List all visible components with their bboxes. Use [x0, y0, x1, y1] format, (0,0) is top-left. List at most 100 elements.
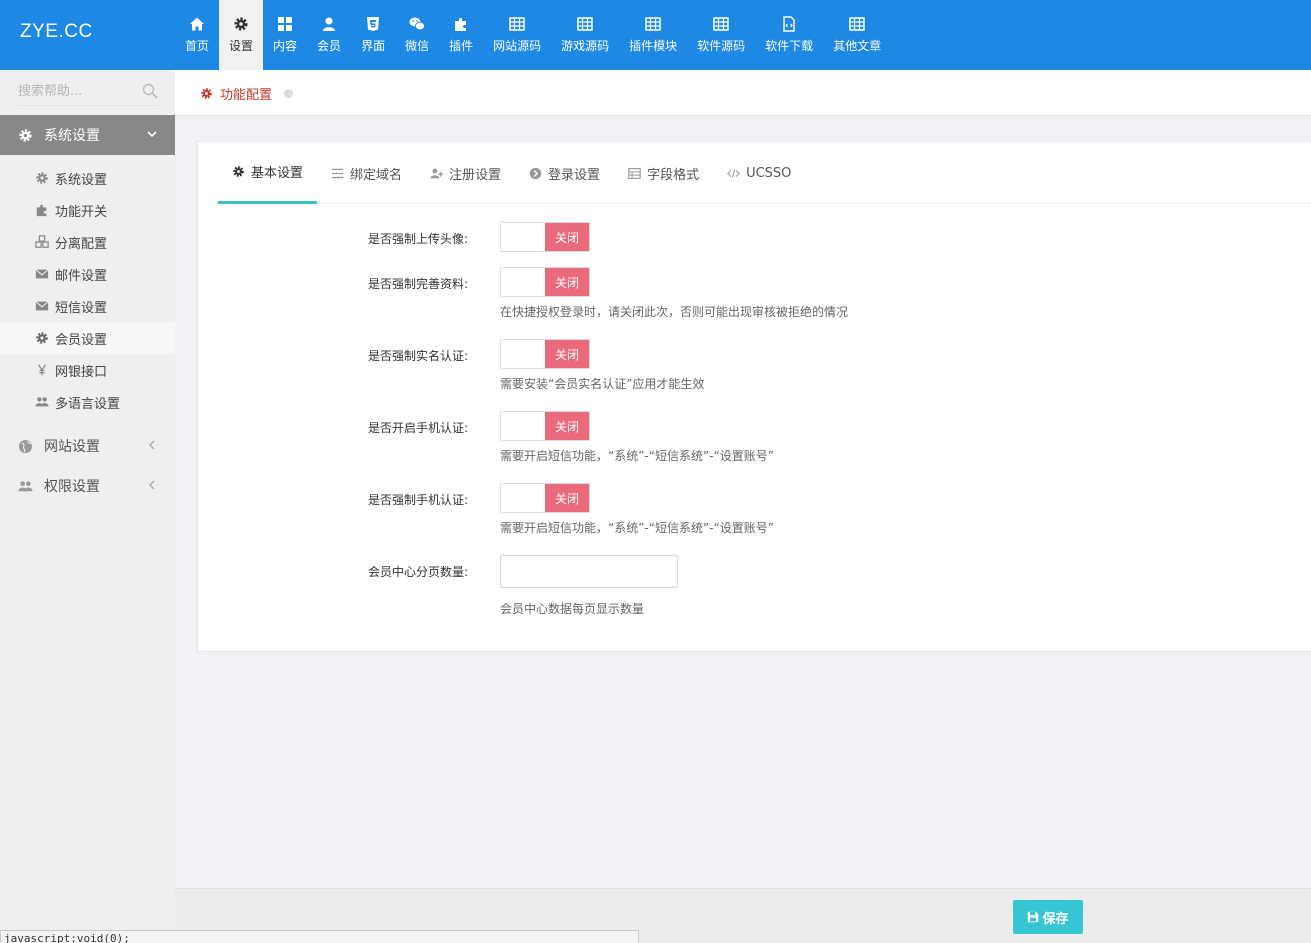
sidebar-item-label: 系统设置 — [55, 172, 108, 188]
gear-icon — [233, 166, 244, 177]
top-nav: 首页 设置 内容 会员 界面 微信 插件 网站源码 游戏源码 插件模块 软件源码… — [175, 0, 891, 70]
tab-label: 基本设置 — [251, 166, 304, 181]
sidebar-item-mail[interactable]: 邮件设置 — [0, 258, 175, 290]
wechat-icon — [409, 17, 425, 31]
cubes-icon — [35, 235, 49, 248]
toggle-state: 关闭 — [545, 268, 589, 296]
topnav-plugin-module[interactable]: 插件模块 — [619, 0, 687, 70]
file-code-icon — [783, 16, 795, 32]
toggle-mobile-open[interactable]: 关闭 — [500, 411, 590, 441]
puzzle-icon — [455, 18, 467, 31]
sidebar-item-member[interactable]: 会员设置 — [0, 322, 175, 354]
floppy-icon — [1028, 911, 1039, 923]
topnav-member[interactable]: 会员 — [307, 0, 351, 70]
breadcrumb-label: 功能配置 — [220, 88, 273, 103]
settings-panel: 基本设置 绑定域名 注册设置 登录设置 字段格式 UCSSO 是否强制上传头像:… — [197, 141, 1311, 652]
topnav-label: 插件模块 — [629, 39, 678, 53]
tab-register-settings[interactable]: 注册设置 — [416, 142, 515, 204]
toggle-force-avatar[interactable]: 关闭 — [500, 222, 590, 252]
sidebar-item-label: 功能开关 — [55, 204, 108, 220]
topnav-label: 插件 — [449, 39, 474, 53]
topnav-software-download[interactable]: 软件下载 — [755, 0, 823, 70]
pagesize-input[interactable] — [500, 555, 678, 588]
label-mobile-open: 是否开启手机认证: — [367, 421, 468, 435]
topnav-plugin[interactable]: 插件 — [439, 0, 483, 70]
toggle-state: 关闭 — [545, 340, 589, 368]
chevron-circle-icon — [529, 167, 542, 179]
topnav-ui[interactable]: 界面 — [351, 0, 395, 70]
toggle-state: 关闭 — [545, 223, 589, 251]
sidebar-item-system[interactable]: 系统设置 — [0, 162, 175, 194]
browser-status-bar: javascript:void(0); — [0, 930, 639, 943]
breadcrumb[interactable]: 功能配置 — [200, 84, 294, 103]
topnav-game-source[interactable]: 游戏源码 — [551, 0, 619, 70]
sidebar-item-bank[interactable]: 网银接口 — [0, 354, 175, 386]
save-button[interactable]: 保存 — [1013, 900, 1083, 934]
toggle-knob — [501, 340, 545, 368]
topnav-label: 其他文章 — [833, 39, 882, 53]
sidebar-item-feature-switch[interactable]: 功能开关 — [0, 194, 175, 226]
menu-label: 权限设置 — [44, 479, 100, 495]
topnav-home[interactable]: 首页 — [175, 0, 219, 70]
tab-bind-domain[interactable]: 绑定域名 — [317, 142, 416, 204]
help-mobile-force: 需要开启短信功能，“系统”-“短信系统”-“设置账号” — [500, 521, 774, 535]
topnav-label: 软件源码 — [697, 39, 746, 53]
topnav-content[interactable]: 内容 — [263, 0, 307, 70]
topnav-label: 游戏源码 — [561, 39, 610, 53]
label-force-realname: 是否强制实名认证: — [367, 349, 468, 363]
breadcrumb-bar: 功能配置 — [175, 70, 1311, 116]
menu-system-settings[interactable]: 系统设置 — [0, 115, 175, 155]
topnav-other-articles[interactable]: 其他文章 — [823, 0, 891, 70]
envelope-icon — [35, 269, 49, 279]
table-icon — [645, 17, 661, 31]
menu-permission-settings[interactable]: 权限设置 — [0, 466, 175, 506]
topnav-wechat[interactable]: 微信 — [395, 0, 439, 70]
toggle-force-realname[interactable]: 关闭 — [500, 339, 590, 369]
toggle-state: 关闭 — [545, 484, 589, 512]
tab-ucsso[interactable]: UCSSO — [713, 142, 805, 204]
yen-icon — [37, 364, 47, 376]
sidebar-item-language[interactable]: 多语言设置 — [0, 386, 175, 418]
table-icon — [849, 17, 865, 31]
sidebar-item-separation[interactable]: 分离配置 — [0, 226, 175, 258]
brand-logo[interactable]: ZYE.CC — [20, 21, 93, 43]
tab-label: 登录设置 — [548, 167, 601, 183]
sidebar-item-label: 短信设置 — [55, 300, 108, 316]
search-input[interactable] — [18, 78, 133, 104]
envelope-icon — [35, 301, 49, 311]
gear-icon — [234, 17, 248, 31]
gear-icon — [201, 88, 212, 99]
sidebar-item-sms[interactable]: 短信设置 — [0, 290, 175, 322]
topnav-software-source[interactable]: 软件源码 — [687, 0, 755, 70]
table-list-icon — [628, 167, 641, 179]
search-icon[interactable] — [142, 83, 158, 99]
menu-site-settings[interactable]: 网站设置 — [0, 426, 175, 466]
topnav-settings[interactable]: 设置 — [219, 0, 264, 70]
tab-label: UCSSO — [746, 165, 792, 181]
html5-icon — [367, 17, 380, 31]
code-icon — [727, 168, 741, 178]
sidebar-item-label: 分离配置 — [55, 236, 108, 252]
sidebar-search — [18, 78, 158, 106]
topnav-site-source[interactable]: 网站源码 — [483, 0, 551, 70]
save-label: 保存 — [1042, 911, 1069, 927]
toggle-mobile-force[interactable]: 关闭 — [500, 483, 590, 513]
tab-field-format[interactable]: 字段格式 — [614, 142, 713, 204]
top-bar: ZYE.CC 首页 设置 内容 会员 界面 微信 插件 网站源码 游戏源码 插件… — [0, 0, 1311, 70]
topnav-label: 微信 — [405, 39, 430, 53]
toggle-knob — [501, 223, 545, 251]
tab-basic-settings[interactable]: 基本设置 — [218, 142, 318, 204]
grid-icon — [278, 17, 293, 31]
puzzle-icon — [36, 204, 47, 217]
user-icon — [323, 17, 336, 31]
help-force-profile: 在快捷授权登录时，请关闭此次，否则可能出现审核被拒绝的情况 — [500, 305, 849, 319]
gear-icon — [36, 332, 48, 344]
toggle-force-profile[interactable]: 关闭 — [500, 267, 590, 297]
topnav-label: 界面 — [361, 39, 386, 53]
gear-icon — [36, 172, 48, 184]
tab-login-settings[interactable]: 登录设置 — [515, 142, 614, 204]
sidebar-item-label: 多语言设置 — [55, 396, 121, 412]
breadcrumb-dot — [284, 89, 294, 98]
users-icon — [18, 480, 33, 491]
topnav-label: 网站源码 — [493, 39, 542, 53]
